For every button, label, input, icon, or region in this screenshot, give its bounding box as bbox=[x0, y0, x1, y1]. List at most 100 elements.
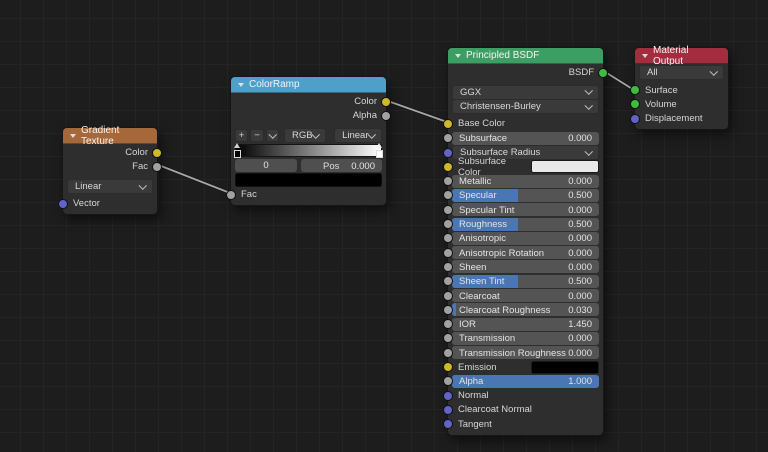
node-link[interactable] bbox=[155, 162, 231, 195]
socket-color-output[interactable] bbox=[381, 96, 391, 107]
socket-fac-input[interactable] bbox=[226, 189, 236, 200]
socket-input[interactable] bbox=[443, 304, 453, 315]
dropdown-value: GGX bbox=[460, 86, 482, 98]
output-target-dropdown[interactable]: All bbox=[639, 65, 724, 80]
node-colorramp[interactable]: ColorRamp Color Alpha + − RGB Linear 0 P… bbox=[226, 76, 391, 207]
subsurface-slider[interactable]: Subsurface 0.000 bbox=[452, 131, 599, 145]
ramp-stop-white[interactable] bbox=[375, 143, 384, 159]
anisotropic-rotation-slider[interactable]: Anisotropic Rotation 0.000 bbox=[452, 246, 599, 260]
alpha-slider[interactable]: Alpha 1.000 bbox=[452, 374, 599, 388]
socket-alpha-output[interactable] bbox=[381, 110, 391, 121]
socket-input[interactable] bbox=[443, 261, 453, 272]
socket-fac-output[interactable] bbox=[152, 161, 162, 172]
socket-base-color-input[interactable] bbox=[443, 118, 453, 129]
remove-stop-button[interactable]: − bbox=[250, 128, 264, 142]
input-row-fac: Fac bbox=[226, 188, 386, 201]
node-header[interactable]: Material Output bbox=[635, 45, 728, 67]
socket-input[interactable] bbox=[443, 290, 453, 301]
socket-input[interactable] bbox=[443, 247, 453, 258]
distribution-dropdown[interactable]: GGX bbox=[452, 84, 599, 100]
emission-color-swatch[interactable] bbox=[531, 360, 599, 374]
node-principled-bsdf[interactable]: Principled BSDF BSDF GGX Christensen-Bur… bbox=[443, 47, 608, 436]
gradient-bar[interactable] bbox=[235, 144, 382, 158]
chevron-down-icon bbox=[584, 147, 593, 156]
input-row-tangent: Tangent bbox=[443, 418, 603, 431]
socket-input[interactable] bbox=[443, 147, 453, 158]
dropdown-value: Linear bbox=[75, 180, 102, 192]
node-header[interactable]: Principled BSDF bbox=[448, 48, 603, 64]
node-header[interactable]: Gradient Texture bbox=[63, 124, 157, 147]
index-value: 0 bbox=[263, 160, 269, 172]
pos-value: 0.000 bbox=[351, 160, 375, 172]
interpolation-dropdown[interactable]: Linear bbox=[334, 127, 382, 143]
socket-input[interactable] bbox=[443, 362, 453, 373]
collapse-arrow-icon[interactable] bbox=[70, 133, 76, 138]
colorband-gradient[interactable] bbox=[233, 143, 384, 159]
specular-tint-slider[interactable]: Specular Tint 0.000 bbox=[452, 203, 599, 217]
node-title: ColorRamp bbox=[249, 79, 300, 90]
socket-surface-input[interactable] bbox=[630, 85, 640, 96]
anisotropic-slider[interactable]: Anisotropic 0.000 bbox=[452, 231, 599, 245]
socket-volume-input[interactable] bbox=[630, 99, 640, 110]
gradient-type-dropdown[interactable]: Linear bbox=[67, 178, 153, 194]
output-label: Alpha bbox=[352, 110, 377, 122]
sheen-slider[interactable]: Sheen 0.000 bbox=[452, 260, 599, 274]
collapse-arrow-icon[interactable] bbox=[455, 53, 461, 58]
subsurface-method-dropdown[interactable]: Christensen-Burley bbox=[452, 98, 599, 114]
add-stop-button[interactable]: + bbox=[235, 128, 249, 142]
input-row-metallic: Metallic 0.000 bbox=[443, 174, 603, 188]
socket-input[interactable] bbox=[443, 404, 453, 415]
specular-slider[interactable]: Specular 0.500 bbox=[452, 188, 599, 202]
socket-input[interactable] bbox=[443, 161, 453, 172]
chevron-down-icon bbox=[311, 130, 320, 138]
socket-vector-input[interactable] bbox=[58, 198, 68, 209]
node-title: Gradient Texture bbox=[81, 124, 120, 147]
input-label: Emission bbox=[458, 361, 497, 373]
socket-color-output[interactable] bbox=[152, 147, 162, 158]
socket-input[interactable] bbox=[443, 390, 453, 401]
ior-slider[interactable]: IOR 1.450 bbox=[452, 317, 599, 331]
input-row-specular-tint: Specular Tint 0.000 bbox=[443, 203, 603, 217]
collapse-arrow-icon[interactable] bbox=[238, 82, 244, 87]
socket-input[interactable] bbox=[443, 204, 453, 215]
input-label: Surface bbox=[645, 84, 678, 96]
stop-color-swatch[interactable] bbox=[235, 173, 382, 188]
dropdown-value: All bbox=[647, 67, 658, 78]
socket-input[interactable] bbox=[443, 419, 453, 430]
collapse-arrow-icon[interactable] bbox=[642, 53, 648, 58]
socket-input[interactable] bbox=[443, 219, 453, 230]
socket-input[interactable] bbox=[443, 347, 453, 358]
chevron-down-icon bbox=[268, 130, 277, 138]
transmission-roughness-slider[interactable]: Transmission Roughness 0.000 bbox=[452, 346, 599, 360]
node-gradient-texture[interactable]: Gradient Texture Color Fac Linear Vector bbox=[58, 124, 162, 216]
transmission-slider[interactable]: Transmission 0.000 bbox=[452, 331, 599, 345]
input-row-vector: Vector bbox=[58, 197, 157, 210]
roughness-slider[interactable]: Roughness 0.500 bbox=[452, 217, 599, 231]
node-link[interactable] bbox=[384, 98, 448, 124]
input-label: Normal bbox=[458, 390, 489, 402]
output-label: Fac bbox=[132, 161, 148, 173]
active-stop-index-field[interactable]: 0 bbox=[235, 159, 297, 173]
subsurface-color-swatch[interactable] bbox=[531, 160, 599, 174]
clearcoat-roughness-slider[interactable]: Clearcoat Roughness 0.030 bbox=[452, 303, 599, 317]
node-header[interactable]: ColorRamp bbox=[231, 77, 386, 93]
metallic-slider[interactable]: Metallic 0.000 bbox=[452, 174, 599, 188]
socket-displacement-input[interactable] bbox=[630, 113, 640, 124]
pos-label: Pos bbox=[323, 160, 340, 172]
chevron-down-icon bbox=[584, 101, 593, 109]
input-label: Clearcoat Normal bbox=[458, 404, 532, 416]
node-editor-canvas[interactable]: { "editor": { "background": "#1d1d1d", "… bbox=[0, 0, 768, 452]
ramp-tools-menu-button[interactable] bbox=[265, 128, 279, 142]
input-row-sheen-tint: Sheen Tint 0.500 bbox=[443, 274, 603, 288]
input-row-subsurface: Subsurface 0.000 bbox=[443, 131, 603, 145]
color-mode-dropdown[interactable]: RGB bbox=[283, 127, 327, 143]
stop-position-field[interactable]: Pos 0.000 bbox=[301, 159, 382, 173]
socket-bsdf-output[interactable] bbox=[598, 67, 608, 78]
output-row-bsdf: BSDF bbox=[448, 66, 608, 79]
node-material-output[interactable]: Material Output All Surface Volume Displ… bbox=[630, 45, 729, 131]
sheen-tint-slider[interactable]: Sheen Tint 0.500 bbox=[452, 274, 599, 288]
clearcoat-slider[interactable]: Clearcoat 0.000 bbox=[452, 289, 599, 303]
output-label: Color bbox=[354, 96, 377, 107]
ramp-stop-black[interactable] bbox=[233, 143, 242, 159]
input-label: Vector bbox=[73, 198, 100, 210]
